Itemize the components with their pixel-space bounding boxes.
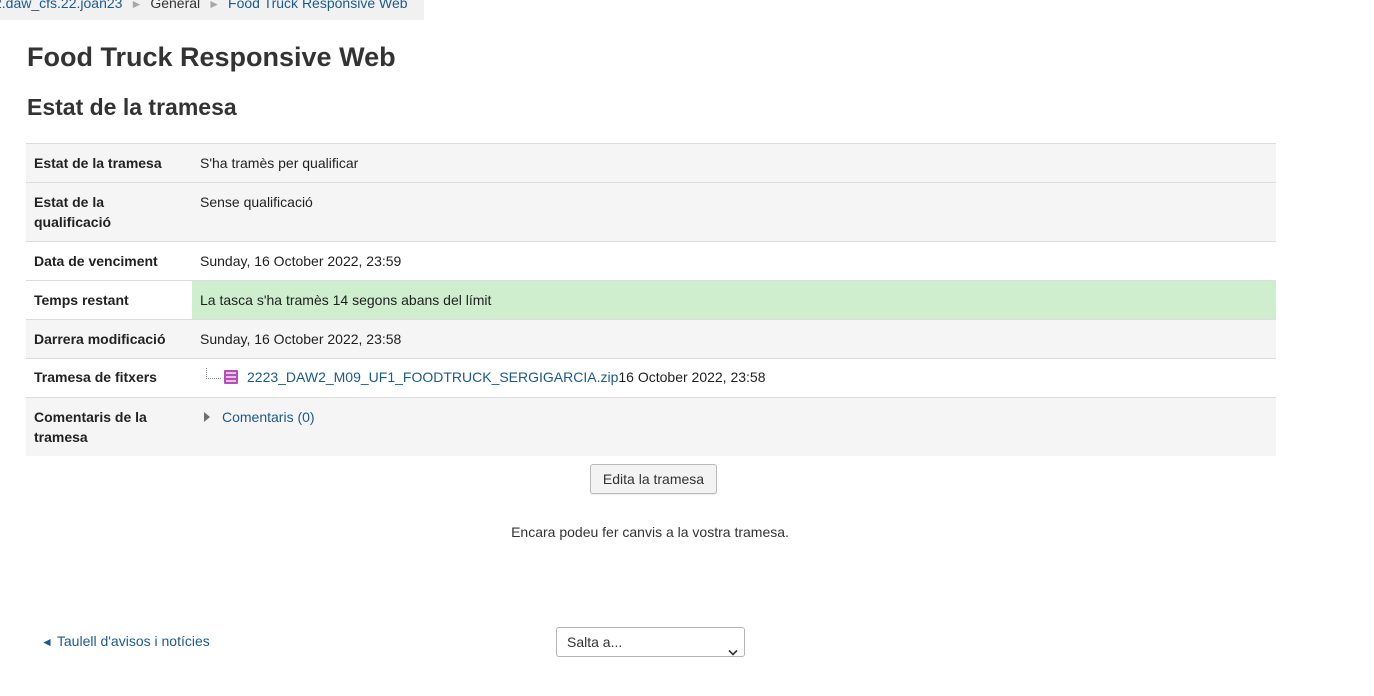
- table-row: Temps restant La tasca s'ha tramès 14 se…: [26, 280, 1276, 320]
- section-title: Estat de la tramesa: [27, 94, 237, 120]
- submission-status-value: S'ha tramès per qualificar: [192, 143, 1276, 183]
- table-row: Estat de la tramesa S'ha tramès per qual…: [26, 143, 1276, 183]
- table-row: Comentaris de la tramesa Comentaris (0): [26, 397, 1276, 456]
- row-label: Temps restant: [26, 280, 192, 320]
- edit-submission-button[interactable]: Edita la tramesa: [590, 464, 717, 494]
- previous-activity-label: Taulell d'avisos i notícies: [56, 633, 210, 649]
- breadcrumb-section-link[interactable]: General: [150, 0, 200, 11]
- file-tree-item: 2223_DAW2_M09_UF1_FOODTRUCK_SERGIGARCIA.…: [200, 367, 1268, 387]
- table-row: Estat de la qualificació Sense qualifica…: [26, 182, 1276, 242]
- table-row: Data de venciment Sunday, 16 October 202…: [26, 241, 1276, 281]
- tree-connector: [206, 367, 221, 379]
- submitted-file-link[interactable]: 2223_DAW2_M09_UF1_FOODTRUCK_SERGIGARCIA.…: [247, 367, 618, 387]
- expand-triangle-icon[interactable]: [204, 412, 210, 422]
- row-label: Comentaris de la tramesa: [26, 397, 192, 456]
- comments-toggle[interactable]: Comentaris (0): [200, 407, 1268, 427]
- chevron-down-icon: [728, 638, 738, 666]
- jump-to-select[interactable]: Salta a...: [556, 627, 745, 657]
- breadcrumb: 2.daw_cfs.22.joan23 ► General ► Food Truck R…: [0, 0, 424, 20]
- zip-archive-icon: [223, 369, 239, 385]
- edit-info-text: Encara podeu fer canvis a la vostra tram…: [511, 524, 789, 540]
- table-row: Darrera modificació Sunday, 16 October 2…: [26, 319, 1276, 359]
- breadcrumb-separator-icon: ►: [208, 0, 221, 11]
- row-label: Estat de la qualificació: [26, 182, 192, 242]
- breadcrumb-course-link[interactable]: 2.daw_cfs.22.joan23: [0, 0, 122, 11]
- file-submission-cell: 2223_DAW2_M09_UF1_FOODTRUCK_SERGIGARCIA.…: [192, 358, 1276, 398]
- left-arrow-icon: ◄: [41, 635, 53, 649]
- row-label: Data de venciment: [26, 241, 192, 281]
- due-date-value: Sunday, 16 October 2022, 23:59: [192, 241, 1276, 281]
- time-remaining-value: La tasca s'ha tramès 14 segons abans del…: [192, 280, 1276, 320]
- page-title: Food Truck Responsive Web: [27, 42, 396, 72]
- submission-status-table: Estat de la tramesa S'ha tramès per qual…: [26, 143, 1276, 456]
- row-label: Tramesa de fitxers: [26, 358, 192, 398]
- comments-link[interactable]: Comentaris (0): [222, 407, 315, 427]
- row-label: Estat de la tramesa: [26, 143, 192, 183]
- file-date: 16 October 2022, 23:58: [618, 369, 766, 385]
- breadcrumb-assignment-link[interactable]: Food Truck Responsive Web: [228, 0, 408, 11]
- grading-status-value: Sense qualificació: [192, 182, 1276, 242]
- comments-cell: Comentaris (0): [192, 397, 1276, 456]
- jump-to-selected-value: Salta a...: [567, 634, 623, 650]
- last-modified-value: Sunday, 16 October 2022, 23:58: [192, 319, 1276, 359]
- table-row: Tramesa de fitxers 2223_DAW2_M09_UF1_FOO…: [26, 358, 1276, 398]
- row-label: Darrera modificació: [26, 319, 192, 359]
- previous-activity-link[interactable]: ◄ Taulell d'avisos i notícies: [41, 633, 210, 649]
- breadcrumb-separator-icon: ►: [130, 0, 143, 11]
